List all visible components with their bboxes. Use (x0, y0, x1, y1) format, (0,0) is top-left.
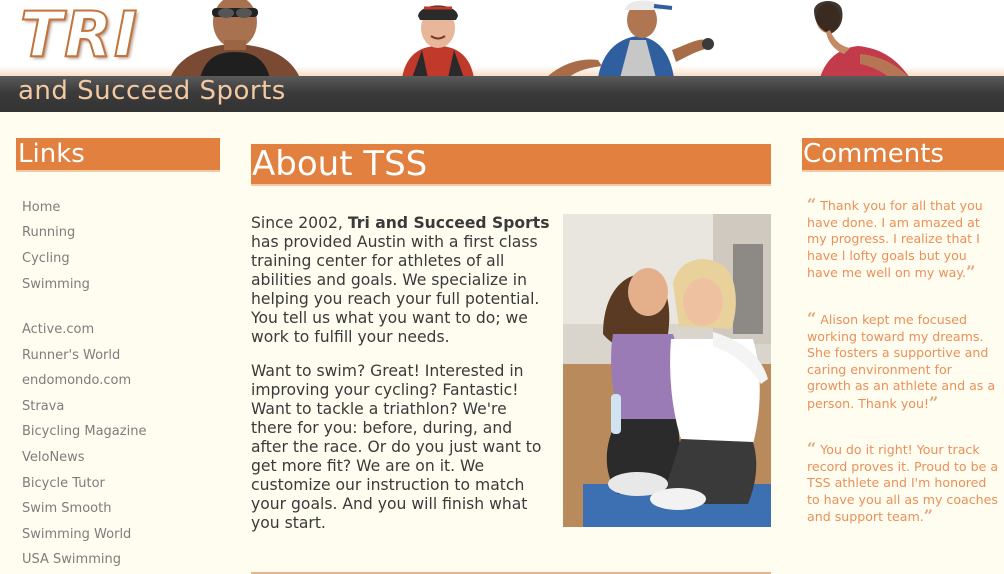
site-header: TRI and Succeed Sports (0, 0, 1004, 112)
external-link-endomondo[interactable]: endomondo.com (22, 373, 131, 388)
female-runner-athlete-image (814, 1, 910, 78)
about-paragraph-1: Since 2002, Tri and Succeed Sports has p… (251, 214, 551, 347)
open-quote-icon: “ (807, 309, 817, 328)
runner-athlete-image (546, 0, 714, 78)
gym-photo-image (563, 214, 771, 527)
about-text: Since 2002, Tri and Succeed Sports has p… (251, 214, 551, 548)
links-heading: Links (16, 138, 220, 172)
open-quote-icon: “ (807, 439, 817, 458)
about-heading: About TSS (251, 144, 771, 186)
comment-2: “ Alison kept me focused working toward … (807, 309, 999, 412)
about-body-text: has provided Austin with a first class t… (251, 233, 540, 346)
about-intro-text: Since 2002, (251, 214, 348, 232)
nav-link-cycling[interactable]: Cycling (22, 251, 70, 266)
nav-link-swimming[interactable]: Swimming (22, 277, 90, 292)
comment-text: Alison kept me focused working toward my… (807, 312, 996, 411)
comment-3: “ You do it right! Your track record pro… (807, 439, 999, 526)
external-link-velonews[interactable]: VeloNews (22, 450, 85, 465)
swimmer-athlete-image (170, 0, 300, 78)
about-paragraph-2: Want to swim? Great! Interested in impro… (251, 362, 542, 532)
external-link-active[interactable]: Active.com (22, 322, 94, 337)
logo-subtitle: and Succeed Sports (18, 76, 286, 106)
close-quote-icon: ” (966, 262, 976, 281)
external-link-usa-swimming[interactable]: USA Swimming (22, 552, 121, 567)
close-quote-icon: ” (929, 392, 939, 412)
external-link-swim-smooth[interactable]: Swim Smooth (22, 501, 111, 516)
external-link-runners-world[interactable]: Runner's World (22, 348, 120, 363)
cyclist-athlete-image (402, 5, 474, 78)
comments-heading: Comments (802, 138, 1004, 172)
external-link-strava[interactable]: Strava (22, 399, 64, 414)
comment-text: Thank you for all that you have done. I … (807, 198, 983, 280)
logo-tri[interactable]: TRI (19, 3, 139, 67)
nav-link-home[interactable]: Home (22, 200, 60, 215)
external-link-swimming-world[interactable]: Swimming World (22, 527, 131, 542)
close-quote-icon: ” (923, 506, 933, 525)
external-link-bicycle-tutor[interactable]: Bicycle Tutor (22, 476, 105, 491)
open-quote-icon: “ (807, 195, 817, 214)
nav-link-running[interactable]: Running (22, 225, 75, 240)
brand-name: Tri and Succeed Sports (347, 214, 550, 232)
external-link-bicycling-magazine[interactable]: Bicycling Magazine (22, 424, 146, 439)
comment-1: “ Thank you for all that you have done. … (807, 195, 999, 282)
gym-photo (563, 214, 771, 527)
comment-text: You do it right! Your track record prove… (807, 442, 999, 524)
